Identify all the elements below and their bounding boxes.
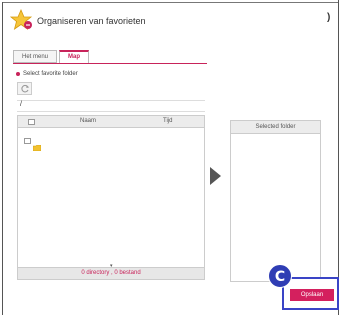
row-checkbox[interactable]	[24, 138, 31, 144]
dialog-header: Organiseren van favorieten	[9, 8, 146, 32]
table-row[interactable]	[24, 138, 42, 152]
favorite-star-icon	[9, 8, 34, 31]
refresh-button[interactable]	[17, 82, 32, 95]
selected-folder-header: Selected folder	[231, 121, 320, 134]
select-folder-label: Select favorite folder	[16, 71, 78, 77]
tab-map[interactable]: Map	[59, 50, 90, 64]
dialog-title: Organiseren van favorieten	[37, 16, 146, 26]
close-icon[interactable]: )	[327, 12, 330, 23]
directory-file-count: 0 directory , 0 bestand	[81, 270, 141, 276]
path-divider-bottom	[17, 111, 205, 112]
folder-icon[interactable]	[32, 138, 42, 152]
callout-badge: C	[268, 264, 292, 288]
dialog-window: Organiseren van favorieten ) Het menu Ma…	[0, 0, 341, 315]
save-button[interactable]: Opslaan	[290, 289, 334, 301]
column-header-naam[interactable]: Naam	[80, 118, 96, 124]
path-divider-top	[17, 100, 205, 101]
frame-left-border	[2, 2, 3, 315]
table-footer: 0 directory , 0 bestand	[18, 267, 204, 279]
frame-top-border	[2, 2, 339, 3]
tab-bar: Het menu Map	[13, 50, 91, 64]
current-path: /	[20, 101, 22, 108]
tab-het-menu[interactable]: Het menu	[13, 50, 58, 63]
column-header-tijd[interactable]: Tijd	[163, 118, 172, 124]
frame-right-border	[338, 0, 339, 315]
tab-underline	[13, 63, 207, 64]
move-arrow-icon[interactable]	[210, 167, 221, 185]
refresh-icon	[20, 84, 29, 93]
select-all-checkbox[interactable]	[28, 119, 35, 125]
bullet-icon	[16, 72, 20, 76]
table-header: Naam Tijd	[18, 116, 204, 128]
folder-table: Naam Tijd ▾ 0 directory , 0 bestand	[17, 115, 205, 280]
selected-folder-panel: Selected folder	[230, 120, 321, 282]
select-folder-text: Select favorite folder	[23, 71, 78, 77]
